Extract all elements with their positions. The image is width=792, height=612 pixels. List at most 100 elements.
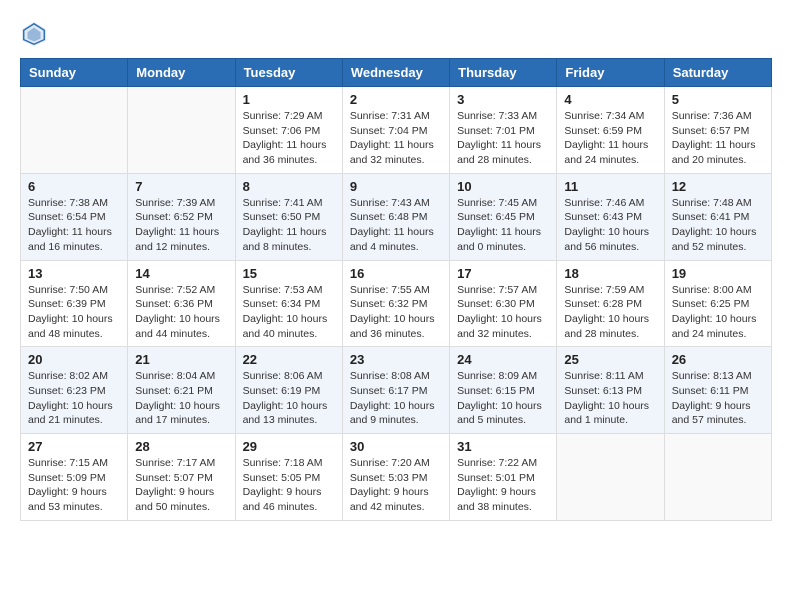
day-info: Sunrise: 7:38 AM Sunset: 6:54 PM Dayligh… [28, 196, 120, 255]
day-info: Sunrise: 8:08 AM Sunset: 6:17 PM Dayligh… [350, 369, 442, 428]
calendar-day-cell: 17Sunrise: 7:57 AM Sunset: 6:30 PM Dayli… [450, 260, 557, 347]
day-number: 9 [350, 179, 442, 194]
day-number: 16 [350, 266, 442, 281]
calendar-day-cell: 12 Sunrise: 7:48 AM Sunset: 6:41 PM Dayli… [664, 173, 771, 260]
day-info: Sunrise: 7:39 AM Sunset: 6:52 PM Dayligh… [135, 196, 227, 255]
weekday-header: Thursday [450, 59, 557, 87]
day-number: 23 [350, 352, 442, 367]
logo-icon [20, 20, 48, 48]
calendar-day-cell: 30 Sunrise: 7:20 AM Sunset: 5:03 PM Dayli… [342, 434, 449, 521]
calendar-day-cell: 20 Sunrise: 8:02 AM Sunset: 6:23 PM Dayli… [21, 347, 128, 434]
day-number: 30 [350, 439, 442, 454]
calendar-day-cell [128, 87, 235, 174]
calendar-day-cell: 16 Sunrise: 7:55 AM Sunset: 6:32 PM Dayli… [342, 260, 449, 347]
day-number: 25 [564, 352, 656, 367]
day-info: Sunrise: 8:11 AM Sunset: 6:13 PM Dayligh… [564, 369, 656, 428]
calendar-day-cell: 10 Sunrise: 7:45 AM Sunset: 6:45 PM Dayli… [450, 173, 557, 260]
day-info: Sunrise: 8:06 AM Sunset: 6:19 PM Dayligh… [243, 369, 335, 428]
calendar-day-cell: 19 Sunrise: 8:00 AM Sunset: 6:25 PM Dayli… [664, 260, 771, 347]
calendar-day-cell: 9 Sunrise: 7:43 AM Sunset: 6:48 PM Daylig… [342, 173, 449, 260]
calendar-day-cell: 21Sunrise: 8:04 AM Sunset: 6:21 PM Dayli… [128, 347, 235, 434]
day-info: Sunrise: 8:00 AM Sunset: 6:25 PM Dayligh… [672, 283, 764, 342]
day-info: Sunrise: 7:43 AM Sunset: 6:48 PM Dayligh… [350, 196, 442, 255]
calendar-day-cell [21, 87, 128, 174]
day-info: Sunrise: 7:59 AM Sunset: 6:28 PM Dayligh… [564, 283, 656, 342]
day-number: 11 [564, 179, 656, 194]
calendar-week-row: 20 Sunrise: 8:02 AM Sunset: 6:23 PM Dayli… [21, 347, 772, 434]
calendar-day-cell: 14Sunrise: 7:52 AM Sunset: 6:36 PM Dayli… [128, 260, 235, 347]
day-number: 12 [672, 179, 764, 194]
calendar-day-cell: 3Sunrise: 7:33 AM Sunset: 7:01 PM Daylig… [450, 87, 557, 174]
day-number: 20 [28, 352, 120, 367]
calendar-day-cell [664, 434, 771, 521]
day-number: 24 [457, 352, 549, 367]
day-number: 27 [28, 439, 120, 454]
day-info: Sunrise: 8:04 AM Sunset: 6:21 PM Dayligh… [135, 369, 227, 428]
day-number: 4 [564, 92, 656, 107]
calendar-week-row: 1Sunrise: 7:29 AM Sunset: 7:06 PM Daylig… [21, 87, 772, 174]
day-number: 22 [243, 352, 335, 367]
day-info: Sunrise: 8:13 AM Sunset: 6:11 PM Dayligh… [672, 369, 764, 428]
calendar-week-row: 6 Sunrise: 7:38 AM Sunset: 6:54 PM Daylig… [21, 173, 772, 260]
day-number: 6 [28, 179, 120, 194]
calendar-day-cell: 6 Sunrise: 7:38 AM Sunset: 6:54 PM Daylig… [21, 173, 128, 260]
calendar-day-cell: 13 Sunrise: 7:50 AM Sunset: 6:39 PM Dayli… [21, 260, 128, 347]
calendar-table: SundayMondayTuesdayWednesdayThursdayFrid… [20, 58, 772, 521]
day-info: Sunrise: 7:46 AM Sunset: 6:43 PM Dayligh… [564, 196, 656, 255]
calendar-day-cell: 8Sunrise: 7:41 AM Sunset: 6:50 PM Daylig… [235, 173, 342, 260]
day-number: 13 [28, 266, 120, 281]
calendar-day-cell: 5 Sunrise: 7:36 AM Sunset: 6:57 PM Daylig… [664, 87, 771, 174]
day-number: 17 [457, 266, 549, 281]
day-number: 3 [457, 92, 549, 107]
day-number: 10 [457, 179, 549, 194]
day-info: Sunrise: 7:18 AM Sunset: 5:05 PM Dayligh… [243, 456, 335, 515]
calendar-day-cell: 24 Sunrise: 8:09 AM Sunset: 6:15 PM Dayli… [450, 347, 557, 434]
calendar-day-cell: 26Sunrise: 8:13 AM Sunset: 6:11 PM Dayli… [664, 347, 771, 434]
day-info: Sunrise: 7:45 AM Sunset: 6:45 PM Dayligh… [457, 196, 549, 255]
calendar-day-cell: 15Sunrise: 7:53 AM Sunset: 6:34 PM Dayli… [235, 260, 342, 347]
calendar-day-cell: 28 Sunrise: 7:17 AM Sunset: 5:07 PM Dayli… [128, 434, 235, 521]
calendar-day-cell: 2 Sunrise: 7:31 AM Sunset: 7:04 PM Daylig… [342, 87, 449, 174]
calendar-day-cell: 29Sunrise: 7:18 AM Sunset: 5:05 PM Dayli… [235, 434, 342, 521]
weekday-header: Wednesday [342, 59, 449, 87]
calendar-day-cell: 1Sunrise: 7:29 AM Sunset: 7:06 PM Daylig… [235, 87, 342, 174]
day-number: 7 [135, 179, 227, 194]
calendar-day-cell: 7 Sunrise: 7:39 AM Sunset: 6:52 PM Daylig… [128, 173, 235, 260]
day-number: 19 [672, 266, 764, 281]
calendar-header-row: SundayMondayTuesdayWednesdayThursdayFrid… [21, 59, 772, 87]
calendar-day-cell [557, 434, 664, 521]
day-info: Sunrise: 7:31 AM Sunset: 7:04 PM Dayligh… [350, 109, 442, 168]
day-number: 28 [135, 439, 227, 454]
day-number: 2 [350, 92, 442, 107]
day-number: 18 [564, 266, 656, 281]
day-info: Sunrise: 7:15 AM Sunset: 5:09 PM Dayligh… [28, 456, 120, 515]
calendar-week-row: 27 Sunrise: 7:15 AM Sunset: 5:09 PM Dayli… [21, 434, 772, 521]
calendar-day-cell: 27 Sunrise: 7:15 AM Sunset: 5:09 PM Dayli… [21, 434, 128, 521]
day-info: Sunrise: 8:09 AM Sunset: 6:15 PM Dayligh… [457, 369, 549, 428]
day-number: 5 [672, 92, 764, 107]
logo [20, 20, 52, 48]
day-info: Sunrise: 7:48 AM Sunset: 6:41 PM Dayligh… [672, 196, 764, 255]
day-number: 14 [135, 266, 227, 281]
calendar-day-cell: 11 Sunrise: 7:46 AM Sunset: 6:43 PM Dayli… [557, 173, 664, 260]
calendar-day-cell: 18 Sunrise: 7:59 AM Sunset: 6:28 PM Dayli… [557, 260, 664, 347]
weekday-header: Tuesday [235, 59, 342, 87]
day-info: Sunrise: 8:02 AM Sunset: 6:23 PM Dayligh… [28, 369, 120, 428]
day-info: Sunrise: 7:29 AM Sunset: 7:06 PM Dayligh… [243, 109, 335, 168]
day-info: Sunrise: 7:50 AM Sunset: 6:39 PM Dayligh… [28, 283, 120, 342]
day-number: 31 [457, 439, 549, 454]
weekday-header: Saturday [664, 59, 771, 87]
day-info: Sunrise: 7:36 AM Sunset: 6:57 PM Dayligh… [672, 109, 764, 168]
weekday-header: Sunday [21, 59, 128, 87]
day-info: Sunrise: 7:34 AM Sunset: 6:59 PM Dayligh… [564, 109, 656, 168]
day-info: Sunrise: 7:55 AM Sunset: 6:32 PM Dayligh… [350, 283, 442, 342]
calendar-day-cell: 4 Sunrise: 7:34 AM Sunset: 6:59 PM Daylig… [557, 87, 664, 174]
weekday-header: Monday [128, 59, 235, 87]
day-info: Sunrise: 7:20 AM Sunset: 5:03 PM Dayligh… [350, 456, 442, 515]
day-info: Sunrise: 7:22 AM Sunset: 5:01 PM Dayligh… [457, 456, 549, 515]
day-info: Sunrise: 7:17 AM Sunset: 5:07 PM Dayligh… [135, 456, 227, 515]
weekday-header: Friday [557, 59, 664, 87]
calendar-day-cell: 25 Sunrise: 8:11 AM Sunset: 6:13 PM Dayli… [557, 347, 664, 434]
calendar-week-row: 13 Sunrise: 7:50 AM Sunset: 6:39 PM Dayli… [21, 260, 772, 347]
calendar-day-cell: 23 Sunrise: 8:08 AM Sunset: 6:17 PM Dayli… [342, 347, 449, 434]
